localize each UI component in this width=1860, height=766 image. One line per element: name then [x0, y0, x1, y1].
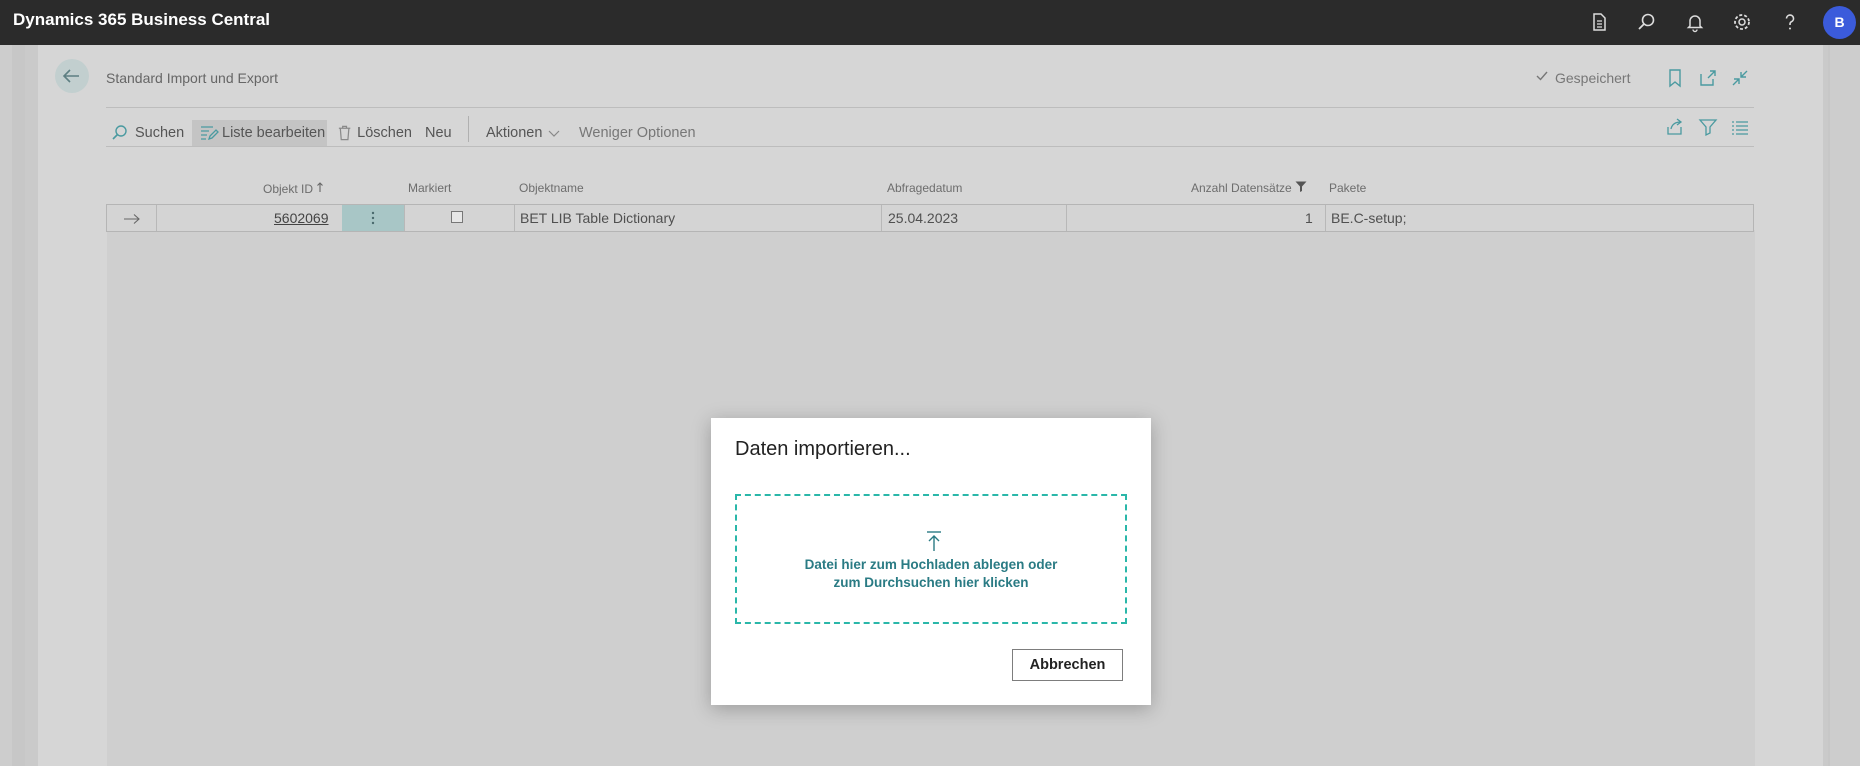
help-icon[interactable] — [1779, 11, 1801, 33]
back-button[interactable] — [55, 59, 89, 93]
cell-divider — [1325, 205, 1326, 231]
checkmark-icon — [1536, 71, 1548, 81]
filter-icon[interactable] — [1697, 116, 1719, 138]
dialog-title: Daten importieren... — [735, 438, 911, 460]
edit-list-icon — [201, 126, 219, 141]
filter-icon — [1295, 181, 1307, 192]
markiert-checkbox[interactable] — [451, 211, 463, 223]
fewer-options-label: Weniger Optionen — [579, 125, 696, 141]
fewer-options-button[interactable]: Weniger Optionen — [579, 120, 699, 146]
column-header-markiert[interactable]: Markiert — [408, 181, 451, 195]
open-new-window-icon[interactable] — [1697, 67, 1719, 89]
cancel-button[interactable]: Abbrechen — [1012, 649, 1123, 681]
delete-button[interactable]: Löschen — [336, 120, 412, 146]
column-header-label: Anzahl Datensätze — [1191, 181, 1292, 195]
user-avatar[interactable]: B — [1823, 6, 1856, 39]
arrow-left-icon — [62, 69, 79, 83]
document-icon[interactable] — [1588, 11, 1610, 33]
divider — [106, 107, 1754, 108]
page-title: Standard Import und Export — [106, 70, 278, 86]
cell-divider — [404, 205, 405, 231]
new-label: Neu — [425, 125, 452, 141]
search-icon[interactable] — [1636, 11, 1658, 33]
column-header-label: Objekt ID — [263, 182, 314, 196]
dropzone-text-line1: Datei hier zum Hochladen ablegen oder — [804, 557, 1058, 572]
pakete-cell: BE.C-setup; — [1331, 210, 1407, 226]
search-label: Suchen — [135, 125, 185, 141]
delete-label: Löschen — [357, 125, 412, 141]
objektname-cell: BET LIB Table Dictionary — [520, 210, 676, 226]
column-header-anzahl[interactable]: Anzahl Datensätze — [1191, 181, 1307, 195]
top-bar: Dynamics 365 Business Central B — [0, 0, 1860, 45]
more-options-icon — [371, 211, 375, 225]
column-header-objektname[interactable]: Objektname — [519, 181, 584, 195]
collapse-icon[interactable] — [1729, 67, 1751, 89]
sort-ascending-icon — [317, 182, 324, 192]
bookmark-icon[interactable] — [1664, 67, 1686, 89]
abfragedatum-cell: 25.04.2023 — [888, 210, 959, 226]
divider — [106, 146, 1754, 147]
search-icon — [112, 125, 127, 140]
row-actions-button[interactable] — [342, 205, 404, 231]
upload-icon — [927, 531, 941, 551]
cell-divider — [156, 205, 157, 231]
edit-list-label: Liste bearbeiten — [222, 125, 326, 141]
table-row[interactable]: 5602069 BET LIB Table Dictionary 25.04.2… — [106, 204, 1754, 232]
arrow-right-icon — [124, 214, 140, 224]
app-title[interactable]: Dynamics 365 Business Central — [13, 10, 270, 30]
anzahl-cell: 1 — [1305, 210, 1313, 226]
new-button[interactable]: Neu — [425, 120, 457, 146]
column-header-abfragedatum[interactable]: Abfragedatum — [887, 181, 962, 195]
file-dropzone[interactable]: Datei hier zum Hochladen ablegen oder zu… — [735, 494, 1127, 624]
cell-divider — [1066, 205, 1067, 231]
bell-icon[interactable] — [1684, 11, 1706, 33]
trash-icon — [338, 125, 351, 141]
edit-list-button[interactable]: Liste bearbeiten — [192, 120, 327, 146]
import-dialog: Daten importieren... Datei hier zum Hoch… — [711, 418, 1151, 705]
list-view-icon[interactable] — [1729, 116, 1751, 138]
dropzone-text-line2: zum Durchsuchen hier klicken — [833, 575, 1029, 590]
actions-menu[interactable]: Aktionen — [486, 120, 566, 146]
chevron-down-icon — [549, 130, 560, 137]
search-action[interactable]: Suchen — [110, 120, 190, 146]
cell-divider — [881, 205, 882, 231]
column-header-pakete[interactable]: Pakete — [1329, 181, 1366, 195]
actions-label: Aktionen — [486, 125, 543, 141]
toolbar-separator — [468, 116, 469, 142]
column-header-objekt-id[interactable]: Objekt ID — [263, 181, 324, 196]
cell-divider — [514, 205, 515, 231]
objekt-id-link[interactable]: 5602069 — [274, 210, 329, 226]
share-icon[interactable] — [1664, 116, 1686, 138]
gear-icon[interactable] — [1731, 11, 1753, 33]
saved-status: Gespeichert — [1555, 70, 1631, 86]
